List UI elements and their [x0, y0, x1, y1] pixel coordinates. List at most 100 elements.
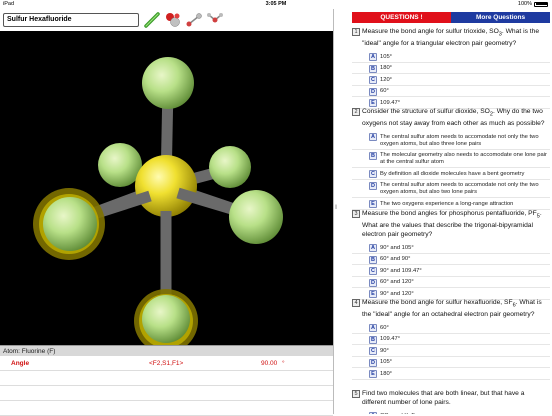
question-number-badge: 4: [352, 299, 360, 307]
answer-letter-button[interactable]: C: [369, 76, 377, 85]
toolbar: Sulfur Hexafluoride: [0, 9, 333, 31]
questions-pane: QUESTIONS ! More Questions 1 Measure the …: [344, 9, 552, 414]
answer-letter-button[interactable]: B: [369, 64, 377, 73]
measurement-value: 90.00: [261, 360, 278, 367]
answer-letter-button[interactable]: E: [369, 200, 377, 209]
fluorine-atom-left-selected[interactable]: [43, 197, 97, 251]
answer-option-c[interactable]: C 90° and 109.47°: [352, 267, 550, 277]
answer-letter-button[interactable]: C: [369, 347, 377, 356]
answer-option-d[interactable]: D 105°: [352, 358, 550, 369]
answer-text: The central sulfur atom needs to accomod…: [380, 182, 539, 196]
answer-letter-button[interactable]: A: [369, 53, 377, 62]
answer-option-b[interactable]: B The molecular geometry also needs to ac…: [352, 151, 550, 169]
answer-letter-button[interactable]: D: [369, 181, 377, 190]
sf6-molecule-render[interactable]: [0, 31, 333, 353]
fluorine-atom-top[interactable]: [142, 57, 194, 109]
answer-text: 60°: [380, 324, 389, 331]
fluorine-atom-upperleft[interactable]: [98, 143, 142, 187]
question-number-badge: 2: [352, 108, 360, 116]
answer-letter-button[interactable]: A: [369, 324, 377, 333]
answer-text: 105°: [380, 359, 392, 366]
answer-letter-button[interactable]: B: [369, 255, 377, 264]
question-3: 3 Measure the bond angles for phosphorus …: [352, 209, 550, 300]
sulfur-atom[interactable]: [135, 155, 197, 217]
answer-text: 60°: [380, 88, 389, 95]
answer-option-b[interactable]: B 109.47°: [352, 335, 550, 346]
measurement-row-empty: [0, 371, 333, 386]
question-number-badge: 3: [352, 210, 360, 218]
answer-option-a[interactable]: A 105°: [352, 53, 550, 63]
questions-button[interactable]: QUESTIONS !: [352, 12, 451, 23]
split-drag-handle[interactable]: ‖: [335, 205, 339, 215]
split-divider[interactable]: [333, 9, 334, 414]
answer-text: 180°: [380, 65, 392, 72]
clock: 3:05 PM: [265, 1, 287, 7]
fluorine-atom-right[interactable]: [229, 190, 283, 244]
answer-letter-button[interactable]: C: [369, 267, 377, 276]
answer-option-d[interactable]: D 60° and 120°: [352, 278, 550, 289]
molecule-3d-viewer[interactable]: [0, 31, 333, 353]
molecule-pane: Sulfur Hexafluoride Atom: Fluorine (F) A…: [0, 9, 333, 416]
answer-letter-button[interactable]: D: [369, 87, 377, 96]
answer-text: 109.47°: [380, 99, 401, 106]
answer-option-a[interactable]: A The central sulfur atom needs to accomo…: [352, 133, 550, 150]
fluorine-atom-upperright[interactable]: [209, 146, 251, 188]
answer-option-c[interactable]: C By definition all dioxide molecules hav…: [352, 170, 550, 180]
measurement-table: Angle <F2,S1,F1> 90.00 °: [0, 356, 333, 416]
question-5: 5 Find two molecules that are both linear…: [352, 389, 550, 414]
question-text: 4 Measure the bond angle for sulfur hexaf…: [352, 298, 550, 319]
measure-distance-icon[interactable]: [185, 11, 203, 29]
atom-info-bar: Atom: Fluorine (F): [0, 345, 333, 356]
answer-letter-button[interactable]: D: [369, 358, 377, 367]
answer-text: 105°: [380, 53, 392, 60]
measurement-row[interactable]: Angle <F2,S1,F1> 90.00 °: [0, 356, 333, 371]
question-body: Measure the bond angle for sulfur trioxi…: [362, 28, 540, 48]
question-body: Consider the structure of sulfur dioxide…: [362, 108, 545, 128]
answer-text: 109.47°: [380, 336, 401, 343]
question-text: 1 Measure the bond angle for sulfur triox…: [352, 27, 550, 48]
question-text: 2 Consider the structure of sulfur dioxid…: [352, 107, 550, 128]
answer-letter-button[interactable]: A: [369, 244, 377, 253]
answer-letter-button[interactable]: A: [369, 133, 377, 142]
stick-model-icon[interactable]: [143, 11, 161, 29]
question-body: Find two molecules that are both linear,…: [362, 390, 525, 406]
answer-letter-button[interactable]: D: [369, 278, 377, 287]
answer-option-c[interactable]: C 90°: [352, 347, 550, 357]
answer-letter-button[interactable]: B: [369, 151, 377, 160]
answer-text: 180°: [380, 370, 392, 377]
answer-text: The two oxygens experience a long-range …: [380, 200, 514, 207]
answer-letter-button[interactable]: C: [369, 170, 377, 179]
ball-model-icon[interactable]: [164, 11, 182, 29]
measure-angle-icon[interactable]: [206, 11, 224, 29]
measurement-label: Angle: [11, 360, 30, 367]
more-questions-button[interactable]: More Questions: [451, 12, 550, 23]
answer-text: The central sulfur atom needs to accomod…: [380, 133, 539, 147]
answer-option-d[interactable]: D 60°: [352, 87, 550, 98]
answer-option-c[interactable]: C 120°: [352, 76, 550, 86]
question-4: 4 Measure the bond angle for sulfur hexaf…: [352, 298, 550, 380]
answer-letter-button[interactable]: B: [369, 335, 377, 344]
question-body: Measure the bond angle for sulfur hexafl…: [362, 299, 542, 319]
answer-text: 90° and 109.47°: [380, 267, 422, 274]
measurement-unit: °: [282, 360, 285, 367]
answer-text: 90° and 120°: [380, 290, 414, 297]
battery-percent: 100%: [517, 1, 532, 7]
molecule-title-field[interactable]: Sulfur Hexafluoride: [3, 13, 139, 27]
answer-option-d[interactable]: D The central sulfur atom needs to accomo…: [352, 181, 550, 199]
answer-option-a[interactable]: A 90° and 105°: [352, 244, 550, 254]
answer-option-e[interactable]: E 180°: [352, 370, 550, 380]
answer-text: 120°: [380, 76, 392, 83]
answer-option-a[interactable]: A 60°: [352, 324, 550, 334]
answer-option-b[interactable]: B 180°: [352, 64, 550, 75]
question-body: Measure the bond angles for phosphorus p…: [362, 210, 542, 239]
question-number-badge: 1: [352, 28, 360, 36]
fluorine-atom-bottom-selected[interactable]: [142, 295, 190, 343]
question-number-badge: 5: [352, 390, 360, 398]
answer-text: By definition all dioxide molecules have…: [380, 170, 525, 177]
question-1: 1 Measure the bond angle for sulfur triox…: [352, 27, 550, 109]
battery-icon: [534, 1, 548, 7]
question-text: 3 Measure the bond angles for phosphorus …: [352, 209, 550, 239]
answer-text: 90°: [380, 347, 389, 354]
answer-option-b[interactable]: B 60° and 90°: [352, 255, 550, 266]
answer-letter-button[interactable]: E: [369, 370, 377, 379]
